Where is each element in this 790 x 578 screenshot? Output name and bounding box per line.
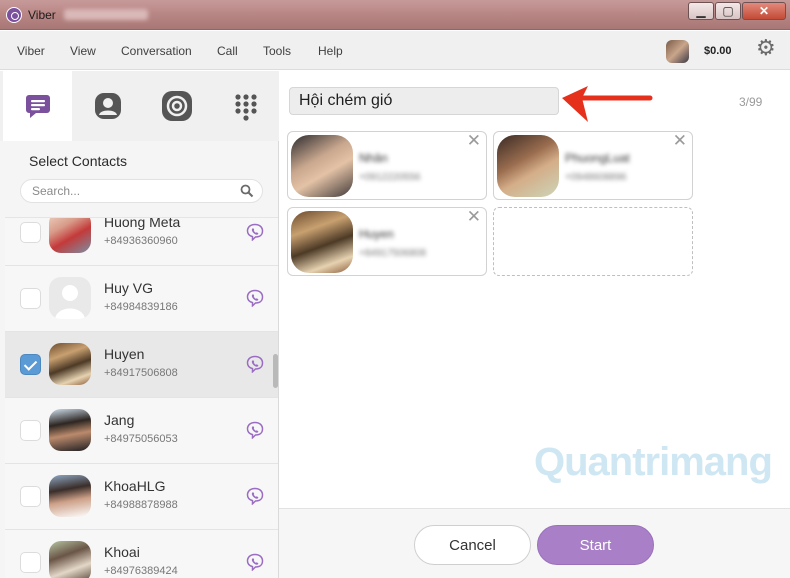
member-card: Huyen +84917506808 ✕ (287, 207, 487, 276)
contact-name: Khoai (104, 544, 140, 560)
contacts-icon (94, 93, 121, 119)
contact-name: KhoaHLG (104, 478, 166, 494)
chat-icon (25, 95, 50, 118)
window-title: Viber (28, 8, 56, 22)
group-name-input[interactable] (289, 87, 559, 115)
menu-tools[interactable]: Tools (263, 44, 291, 58)
watermark-main: Quantri (534, 440, 670, 484)
start-button[interactable]: Start (537, 525, 654, 565)
person-placeholder-icon (55, 285, 85, 319)
viber-badge-icon (246, 355, 264, 373)
member-avatar (497, 135, 559, 197)
viber-badge-icon (246, 553, 264, 571)
menu-view[interactable]: View (70, 44, 96, 58)
cancel-button[interactable]: Cancel (414, 525, 531, 565)
contact-checkbox[interactable] (20, 420, 41, 441)
minimize-button[interactable]: ▁ (688, 2, 714, 20)
contact-row-selected[interactable]: Huyen +84917506808 (5, 332, 278, 398)
search-icon[interactable] (240, 184, 254, 198)
member-phone: +0948608896 (565, 172, 627, 183)
viber-badge-icon (246, 223, 264, 241)
select-contacts-title: Select Contacts (29, 153, 128, 169)
member-phone: +84917506808 (359, 248, 427, 259)
remove-member-icon[interactable]: ✕ (467, 132, 481, 149)
viber-badge-icon (246, 487, 264, 505)
contact-name: Jang (104, 412, 135, 428)
close-window-button[interactable]: ✕ (742, 2, 786, 20)
viber-logo-icon (6, 7, 22, 23)
contact-avatar (49, 475, 91, 517)
contact-avatar (49, 541, 91, 578)
contact-row[interactable]: KhoaHLG +84988878988 (5, 464, 278, 530)
contact-checkbox[interactable] (20, 222, 41, 243)
gear-icon[interactable]: ⚙ (756, 37, 776, 59)
member-counter: 3/99 (739, 95, 763, 109)
remove-member-icon[interactable]: ✕ (673, 132, 687, 149)
account-avatar[interactable] (666, 40, 689, 63)
tab-dialpad[interactable] (211, 71, 280, 141)
menu-viber[interactable]: Viber (17, 44, 45, 58)
contact-name: Huong Meta (104, 217, 181, 230)
contact-list-scrollbar[interactable] (273, 354, 278, 388)
contact-checkbox[interactable] (20, 288, 41, 309)
maximize-button[interactable]: ▢ (715, 2, 741, 20)
public-chats-icon (161, 91, 192, 121)
annotation-arrow-icon (562, 86, 653, 122)
contact-phone: +84976389424 (104, 565, 178, 577)
contact-phone: +84984839186 (104, 301, 178, 313)
window-titlebar: Viber ▁ ▢ ✕ (0, 0, 790, 30)
account-balance[interactable]: $0.00 (704, 45, 732, 57)
contact-avatar-placeholder (49, 277, 91, 319)
tab-public-chats[interactable] (142, 71, 211, 141)
viber-badge-icon (246, 421, 264, 439)
member-avatar (291, 211, 353, 273)
tab-contacts[interactable] (73, 71, 142, 141)
viber-badge-icon (246, 289, 264, 307)
menu-help[interactable]: Help (318, 44, 343, 58)
menu-bar: Viber View Conversation Call Tools Help … (0, 31, 790, 70)
empty-member-slot (493, 207, 693, 276)
contact-checkbox[interactable] (20, 552, 41, 573)
contact-row[interactable]: Khoai +84976389424 (5, 530, 278, 578)
window-title-account-blur (64, 9, 148, 20)
contact-name: Huy VG (104, 280, 154, 296)
contact-list: Huong Meta +84936360960 Huy VG +84984839… (5, 217, 278, 578)
watermark-logo: Quantrimang (534, 440, 773, 485)
watermark-accent: mang (669, 440, 773, 484)
member-name: PhuongLuat (565, 151, 630, 165)
search-input[interactable] (32, 183, 232, 199)
menu-call[interactable]: Call (217, 44, 238, 58)
contact-avatar (49, 218, 91, 253)
contact-checkbox[interactable] (20, 486, 41, 507)
contact-name: Huyen (104, 346, 145, 362)
remove-member-icon[interactable]: ✕ (467, 208, 481, 225)
sidebar-tabs (0, 71, 279, 141)
sidebar: Select Contacts Huong Meta +84936360960 (0, 71, 279, 578)
member-name: Huyen (359, 227, 394, 241)
dialog-footer (279, 508, 790, 578)
contact-phone: +84917506808 (104, 367, 178, 379)
dialpad-icon (234, 94, 257, 121)
contact-phone: +84936360960 (104, 235, 178, 247)
member-card: Nhân +0912220556 ✕ (287, 131, 487, 200)
member-avatar (291, 135, 353, 197)
member-phone: +0912220556 (359, 172, 421, 183)
contact-phone: +84975056053 (104, 433, 178, 445)
contact-checkbox-checked[interactable] (20, 354, 41, 375)
contact-avatar (49, 343, 91, 385)
member-card: PhuongLuat +0948608896 ✕ (493, 131, 693, 200)
contact-search-box[interactable] (20, 179, 263, 203)
contact-row[interactable]: Huong Meta +84936360960 (5, 217, 278, 266)
menu-conversation[interactable]: Conversation (121, 44, 192, 58)
contact-phone: +84988878988 (104, 499, 178, 511)
contact-avatar (49, 409, 91, 451)
contact-row[interactable]: Huy VG +84984839186 (5, 266, 278, 332)
member-name: Nhân (359, 151, 388, 165)
tab-chats[interactable] (3, 71, 72, 141)
contact-row[interactable]: Jang +84975056053 (5, 398, 278, 464)
